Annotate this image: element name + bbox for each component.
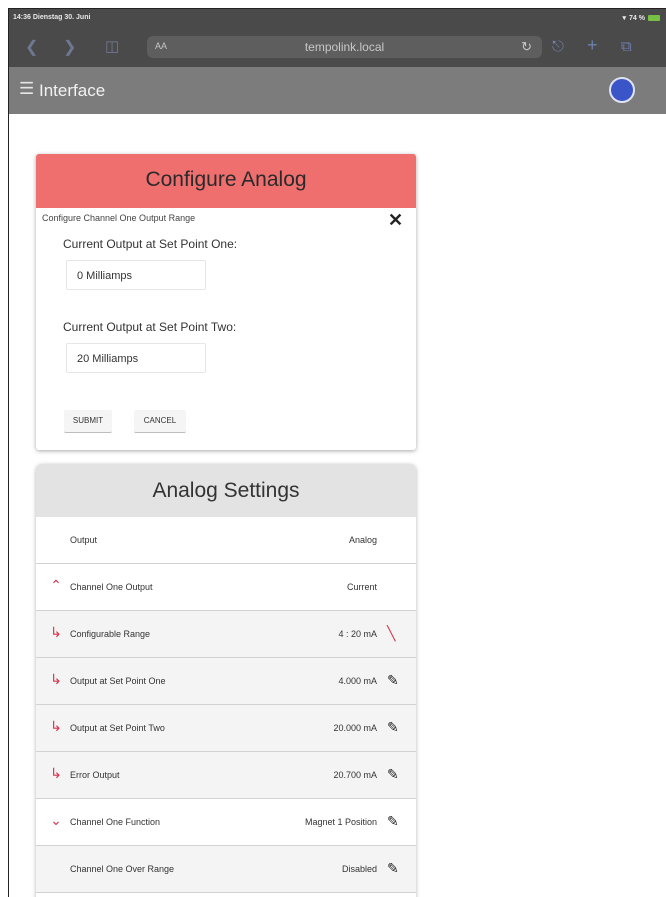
row-label: Channel One Over Range — [70, 864, 175, 874]
row-label: Channel One Function — [70, 817, 161, 827]
settings-row-output-set-point-one[interactable]: ↳ Output at Set Point One 4.000 mA ✎ — [36, 658, 416, 705]
row-label: Output at Set Point Two — [70, 723, 165, 733]
forward-icon[interactable]: ❯ — [63, 37, 76, 57]
app-bar: ☰ Interface — [9, 67, 666, 114]
settings-row-output: Output Analog — [36, 517, 416, 564]
back-icon[interactable]: ❮ — [25, 37, 38, 57]
chevron-up-icon[interactable]: ⌃ — [48, 577, 64, 594]
row-value: Disabled — [341, 864, 377, 874]
battery-percent: 74 % — [629, 14, 645, 22]
row-label: Channel One Output — [70, 582, 153, 592]
battery-icon — [648, 15, 660, 21]
edit-icon[interactable]: ✎ — [387, 766, 399, 783]
row-value: 4 : 20 mA — [338, 629, 377, 639]
row-value: 20.700 mA — [333, 770, 377, 780]
settings-row-channel-one-over-range[interactable]: Channel One Over Range Disabled ✎ — [36, 846, 416, 893]
row-label: Error Output — [70, 770, 120, 780]
reload-icon[interactable]: ↻ — [521, 39, 532, 55]
url-text[interactable]: tempolink.local — [147, 40, 542, 54]
dialog-title: Configure Analog — [36, 154, 416, 208]
app-title: Interface — [39, 81, 106, 100]
avatar[interactable] — [609, 77, 635, 103]
chevron-down-icon[interactable]: ⌄ — [48, 812, 64, 829]
share-icon[interactable]: ⎋ — [552, 38, 564, 55]
status-time: 14:36 Dienstag 30. Juni — [13, 14, 91, 21]
cancel-button[interactable]: CANCEL — [134, 410, 186, 433]
device-frame: 14:36 Dienstag 30. Juni ▾ 74 % ❮ ❯ ◫ AA … — [8, 8, 666, 897]
settings-row-channel-one-function[interactable]: ⌄ Channel One Function Magnet 1 Position… — [36, 799, 416, 846]
analog-settings-card: Analog Settings Output Analog ⌃ Channel … — [36, 464, 416, 897]
status-indicators: ▾ 74 % — [623, 14, 660, 22]
set-point-two-field[interactable]: 20 Milliamps — [66, 343, 206, 373]
edit-icon[interactable]: ✎ — [387, 813, 399, 830]
edit-icon[interactable]: ✎ — [387, 860, 399, 877]
row-label: Output at Set Point One — [70, 676, 166, 686]
set-point-two-label: Current Output at Set Point Two: — [63, 320, 237, 334]
sub-item-arrow-icon: ↳ — [50, 671, 62, 687]
row-label: Output — [70, 535, 98, 545]
edit-off-icon[interactable]: ╲ — [387, 625, 395, 642]
row-label: Configurable Range — [70, 629, 151, 639]
settings-row-output-set-point-two[interactable]: ↳ Output at Set Point Two 20.000 mA ✎ — [36, 705, 416, 752]
settings-row-error-output[interactable]: ↳ Error Output 20.700 mA ✎ — [36, 752, 416, 799]
row-value: 20.000 mA — [333, 723, 377, 733]
browser-toolbar: ❮ ❯ ◫ AA tempolink.local ↻ ⎋ + ⧉ — [9, 29, 666, 67]
edit-icon[interactable]: ✎ — [387, 672, 399, 689]
sub-item-arrow-icon: ↳ — [50, 718, 62, 734]
row-value: Current — [346, 582, 377, 592]
row-value: Magnet 1 Position — [304, 817, 377, 827]
settings-title: Analog Settings — [36, 464, 416, 517]
configure-analog-dialog: Configure Analog Configure Channel One O… — [36, 154, 416, 450]
hamburger-menu-icon[interactable]: ☰ — [19, 79, 34, 99]
wifi-icon: ▾ — [622, 15, 627, 22]
sub-item-arrow-icon: ↳ — [50, 624, 62, 640]
status-bar: 14:36 Dienstag 30. Juni ▾ 74 % — [9, 9, 666, 29]
row-value: Analog — [348, 535, 377, 545]
settings-row-channel-one-output[interactable]: ⌃ Channel One Output Current — [36, 564, 416, 611]
set-point-one-label: Current Output at Set Point One: — [63, 237, 238, 251]
submit-button[interactable]: SUBMIT — [64, 410, 112, 433]
add-icon[interactable]: + — [587, 35, 598, 56]
bookmarks-icon[interactable]: ◫ — [105, 37, 119, 55]
set-point-one-field[interactable]: 0 Milliamps — [66, 260, 206, 290]
settings-row-configurable-range[interactable]: ↳ Configurable Range 4 : 20 mA ╲ — [36, 611, 416, 658]
edit-icon[interactable]: ✎ — [387, 719, 399, 736]
close-icon[interactable]: ✕ — [388, 210, 403, 231]
address-bar[interactable]: AA tempolink.local ↻ — [147, 36, 542, 58]
tabs-icon[interactable]: ⧉ — [621, 38, 632, 55]
sub-item-arrow-icon: ↳ — [50, 765, 62, 781]
dialog-subtitle: Configure Channel One Output Range — [42, 213, 196, 223]
row-value: 4.000 mA — [338, 676, 377, 686]
